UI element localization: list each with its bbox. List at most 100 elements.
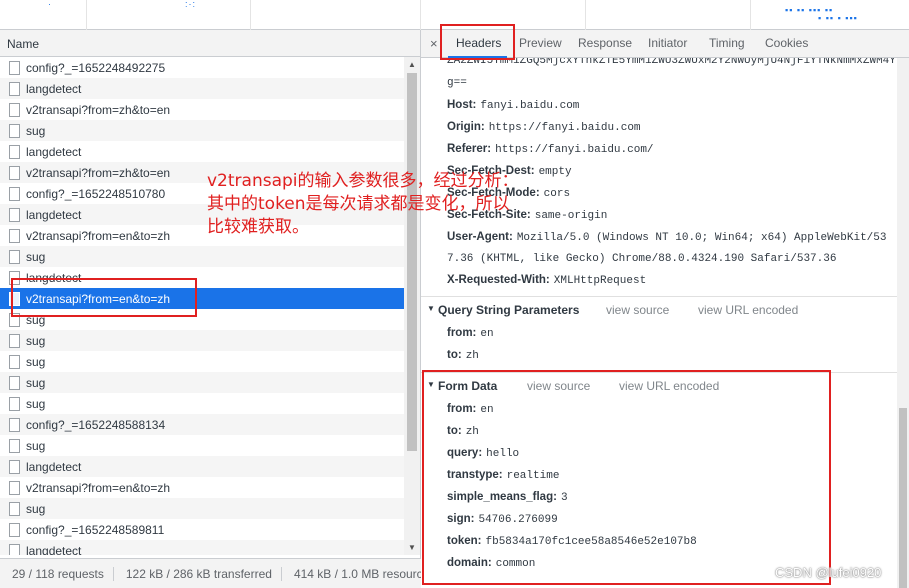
request-name: sug (26, 123, 46, 138)
view-url-encoded-link[interactable]: view URL encoded (698, 303, 798, 317)
request-row[interactable]: sug (0, 498, 404, 519)
transferred-size: 122 kB / 286 kB transferred (114, 566, 282, 581)
details-scrollbar[interactable] (897, 58, 909, 588)
header-value: https://fanyi.baidu.com/ (495, 144, 654, 156)
request-name: v2transapi?from=en&to=zh (26, 480, 171, 495)
file-icon (9, 228, 20, 243)
param-key: from: (447, 327, 477, 339)
request-name: sug (26, 249, 46, 264)
request-row[interactable]: sug (0, 393, 404, 414)
request-row[interactable]: sug (0, 330, 404, 351)
network-summary-bar: 29 / 118 requests 122 kB / 286 kB transf… (0, 558, 421, 588)
param-row: to: zh (447, 349, 479, 362)
request-name: sug (26, 501, 46, 516)
tab-response[interactable]: Response (578, 36, 632, 50)
query-string-section-header[interactable]: ▼ Query String Parameters view source vi… (421, 296, 897, 322)
file-icon (9, 186, 20, 201)
request-list-scrollbar[interactable]: ▲ ▼ (404, 57, 420, 555)
timeline-divider (750, 0, 751, 30)
request-row[interactable]: v2transapi?from=en&to=zh (0, 477, 404, 498)
tab-timing[interactable]: Timing (709, 36, 745, 50)
header-value: fanyi.baidu.com (480, 100, 580, 112)
timeline-bars: ▪ ▪▪ ▪ ▪▪▪ (818, 13, 858, 23)
request-row[interactable]: langdetect (0, 456, 404, 477)
request-row[interactable]: sug (0, 372, 404, 393)
file-icon (9, 207, 20, 222)
scroll-up-icon[interactable]: ▲ (408, 60, 416, 69)
request-name: langdetect (26, 543, 82, 556)
request-row[interactable]: config?_=1652248588134 (0, 414, 404, 435)
tab-preview[interactable]: Preview (519, 36, 562, 50)
request-name: langdetect (26, 144, 82, 159)
request-name: langdetect (26, 207, 82, 222)
triangle-down-icon[interactable]: ▼ (427, 304, 435, 313)
param-key: to: (447, 349, 462, 361)
annotation-note: v2transapi的输入参数很多，经过分析： 其中的token是每次请求都是变… (207, 170, 597, 239)
header-row: Host: fanyi.baidu.com (447, 99, 579, 112)
cookie-value-line: g== (447, 77, 467, 89)
header-key: Referer: (447, 143, 492, 155)
request-name: config?_=1652248492275 (26, 60, 166, 75)
scrollbar-thumb[interactable] (899, 408, 907, 588)
request-count: 29 / 118 requests (0, 566, 114, 581)
timeline-divider (585, 0, 586, 30)
request-row[interactable]: sug (0, 120, 404, 141)
request-row[interactable]: config?_=1652248492275 (0, 57, 404, 78)
file-icon (9, 375, 20, 390)
request-row[interactable]: sug (0, 351, 404, 372)
request-name: v2transapi?from=zh&to=en (26, 102, 171, 117)
timeline-bars: · (48, 0, 52, 9)
tab-initiator[interactable]: Initiator (648, 36, 687, 50)
header-key: Origin: (447, 121, 485, 133)
section-title[interactable]: Query String Parameters (438, 303, 579, 317)
scroll-down-icon[interactable]: ▼ (408, 543, 416, 552)
file-icon (9, 81, 20, 96)
tab-cookies[interactable]: Cookies (765, 36, 808, 50)
request-name: v2transapi?from=en&to=zh (26, 228, 171, 243)
request-row[interactable]: langdetect (0, 540, 404, 555)
headers-tab-highlight (440, 24, 515, 60)
header-value: https://fanyi.baidu.com (488, 122, 641, 134)
file-icon (9, 144, 20, 159)
request-name: sug (26, 375, 46, 390)
resource-size: 414 kB / 1.0 MB resource (293, 566, 421, 581)
file-icon (9, 60, 20, 75)
request-name: config?_=1652248510780 (26, 186, 166, 201)
file-icon (9, 102, 20, 117)
request-row[interactable]: langdetect (0, 78, 404, 99)
request-name: v2transapi?from=zh&to=en (26, 165, 171, 180)
param-value: en (480, 328, 494, 340)
file-icon (9, 165, 20, 180)
header-row: Referer: https://fanyi.baidu.com/ (447, 143, 654, 156)
watermark: CSDN @lufei0920 (775, 565, 882, 580)
request-row[interactable]: sug (0, 246, 404, 267)
header-key: Host: (447, 99, 477, 111)
selected-row-highlight (11, 278, 197, 317)
request-row[interactable]: v2transapi?from=zh&to=en (0, 99, 404, 120)
file-icon (9, 354, 20, 369)
file-icon (9, 249, 20, 264)
file-icon (9, 438, 20, 453)
request-row[interactable]: config?_=1652248589811 (0, 519, 404, 540)
request-row[interactable]: langdetect (0, 141, 404, 162)
close-icon[interactable]: × (430, 36, 438, 51)
timeline-divider (420, 0, 421, 30)
file-icon (9, 480, 20, 495)
header-value: XMLHttpRequest (553, 275, 647, 287)
annotation-line: 比较难获取。 (207, 217, 309, 237)
file-icon (9, 501, 20, 516)
request-name: langdetect (26, 81, 82, 96)
file-icon (9, 417, 20, 432)
timeline-bars: :·: (185, 0, 196, 9)
file-icon (9, 396, 20, 411)
request-row[interactable]: sug (0, 435, 404, 456)
header-value-wrap: 7.36 (KHTML, like Gecko) Chrome/88.0.432… (447, 253, 837, 265)
request-name: sug (26, 333, 46, 348)
scrollbar-thumb[interactable] (407, 73, 417, 451)
timeline-divider (86, 0, 87, 30)
view-source-link[interactable]: view source (606, 303, 669, 317)
header-row: X-Requested-With: XMLHttpRequest (447, 274, 646, 287)
annotation-line: 其中的token是每次请求都是变化，所以 (207, 194, 510, 214)
request-name: sug (26, 354, 46, 369)
name-column-header[interactable]: Name (0, 30, 420, 57)
